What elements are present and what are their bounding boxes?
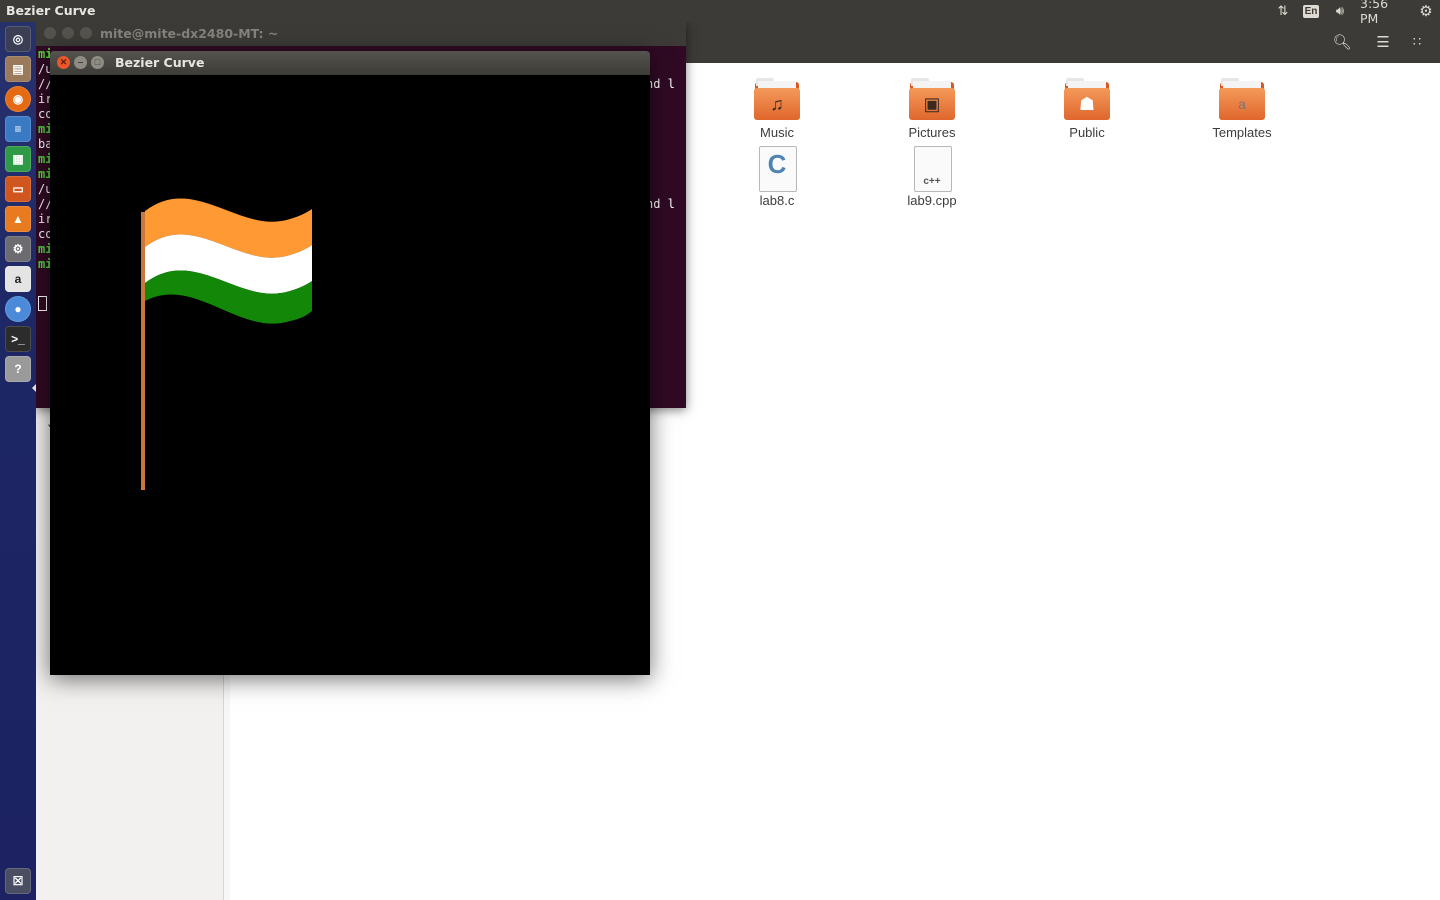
clock-indicator[interactable]: 3:56 PM bbox=[1360, 0, 1410, 26]
opengl-canvas[interactable] bbox=[50, 75, 650, 675]
libreoffice-impress-icon[interactable]: ▭ bbox=[5, 176, 31, 202]
file-lab8-c[interactable]: C lab8.c bbox=[722, 146, 832, 216]
folder-public[interactable]: ☗ Public bbox=[1032, 78, 1142, 148]
firefox-icon[interactable]: ◉ bbox=[5, 86, 31, 112]
close-button[interactable]: ✕ bbox=[57, 56, 70, 69]
active-app-indicator bbox=[32, 384, 36, 392]
file-lab9-cpp[interactable]: c++ lab9.cpp bbox=[877, 146, 987, 216]
keyboard-layout-label: En bbox=[1302, 4, 1320, 18]
top-panel: Bezier Curve ⇅ En 🔊︎ 3:56 PM ⚙ bbox=[0, 0, 1440, 26]
libreoffice-writer-icon[interactable]: ≡ bbox=[5, 116, 31, 142]
c-source-file-icon: C bbox=[754, 146, 800, 192]
grid-view-icon: ∷ bbox=[1412, 34, 1422, 49]
close-icon: ✕ bbox=[59, 57, 68, 67]
trash-icon[interactable]: ☒ bbox=[5, 868, 31, 894]
dash-icon[interactable]: ◎ bbox=[5, 26, 31, 52]
session-indicator[interactable]: ⚙ bbox=[1416, 0, 1436, 22]
list-view-button[interactable]: ☰ bbox=[1370, 30, 1396, 54]
pictures-folder-icon: ▣ bbox=[909, 78, 955, 122]
terminal-icon[interactable]: >_ bbox=[5, 326, 31, 352]
window-title: Bezier Curve bbox=[115, 55, 205, 70]
minimize-button[interactable]: ‒ bbox=[74, 56, 87, 69]
public-folder-icon: ☗ bbox=[1064, 78, 1110, 122]
libreoffice-calc-icon[interactable]: ▦ bbox=[5, 146, 31, 172]
terminal-maximize-button[interactable] bbox=[80, 27, 92, 39]
bezier-curve-window[interactable]: ✕ ‒ □ Bezier Curve bbox=[50, 51, 650, 675]
music-folder-icon: ♫ bbox=[754, 78, 800, 122]
search-icon: 🔍︎ bbox=[1332, 34, 1352, 51]
speaker-icon: 🔊︎ bbox=[1335, 3, 1345, 18]
bezier-titlebar[interactable]: ✕ ‒ □ Bezier Curve bbox=[50, 51, 650, 75]
network-indicator[interactable]: ⇅ bbox=[1274, 0, 1292, 22]
file-label: lab8.c bbox=[759, 193, 795, 208]
amazon-icon[interactable]: a bbox=[5, 266, 31, 292]
file-label: Public bbox=[1069, 125, 1105, 140]
search-button[interactable]: 🔍︎ bbox=[1329, 30, 1355, 54]
keyboard-layout-indicator[interactable]: En bbox=[1302, 0, 1320, 22]
list-view-icon: ☰ bbox=[1376, 34, 1390, 51]
sound-indicator[interactable]: 🔊︎ bbox=[1330, 0, 1350, 22]
flag-drawing bbox=[141, 198, 312, 490]
chromium-icon[interactable]: ● bbox=[5, 296, 31, 322]
templates-folder-icon: a bbox=[1219, 78, 1265, 122]
gear-icon: ⚙ bbox=[1419, 3, 1433, 20]
network-icon: ⇅ bbox=[1277, 3, 1289, 18]
terminal-minimize-button[interactable] bbox=[62, 27, 74, 39]
terminal-line-fragment: nd l bbox=[646, 197, 675, 211]
terminal-line-fragment: nd l bbox=[646, 77, 675, 91]
software-center-icon[interactable]: ▲ bbox=[5, 206, 31, 232]
file-label: Templates bbox=[1212, 125, 1272, 140]
unknown-app-icon[interactable]: ? bbox=[5, 356, 31, 382]
terminal-close-button[interactable] bbox=[44, 27, 56, 39]
maximize-button[interactable]: □ bbox=[91, 56, 104, 69]
cpp-source-file-icon: c++ bbox=[909, 146, 955, 192]
terminal-cursor bbox=[38, 296, 47, 311]
clock-label: 3:56 PM bbox=[1360, 0, 1389, 26]
launcher: ◎ ▤ ◉ ≡ ▦ ▭ ▲ ⚙ a ● >_ ? ☒ bbox=[0, 22, 36, 900]
active-window-title: Bezier Curve bbox=[6, 3, 96, 18]
grid-view-button[interactable]: ∷ bbox=[1404, 30, 1430, 54]
minimize-icon: ‒ bbox=[77, 57, 83, 67]
folder-music[interactable]: ♫ Music bbox=[722, 78, 832, 148]
folder-pictures[interactable]: ▣ Pictures bbox=[877, 78, 987, 148]
file-label: Pictures bbox=[908, 125, 956, 140]
files-icon[interactable]: ▤ bbox=[5, 56, 31, 82]
file-label: Music bbox=[760, 125, 794, 140]
maximize-icon: □ bbox=[94, 57, 101, 67]
folder-templates[interactable]: a Templates bbox=[1187, 78, 1297, 148]
flag-pole bbox=[141, 212, 145, 490]
terminal-titlebar[interactable]: mite@mite-dx2480-MT: ~ bbox=[36, 22, 686, 46]
file-label: lab9.cpp bbox=[907, 193, 957, 208]
terminal-title: mite@mite-dx2480-MT: ~ bbox=[100, 26, 279, 41]
system-settings-icon[interactable]: ⚙ bbox=[5, 236, 31, 262]
